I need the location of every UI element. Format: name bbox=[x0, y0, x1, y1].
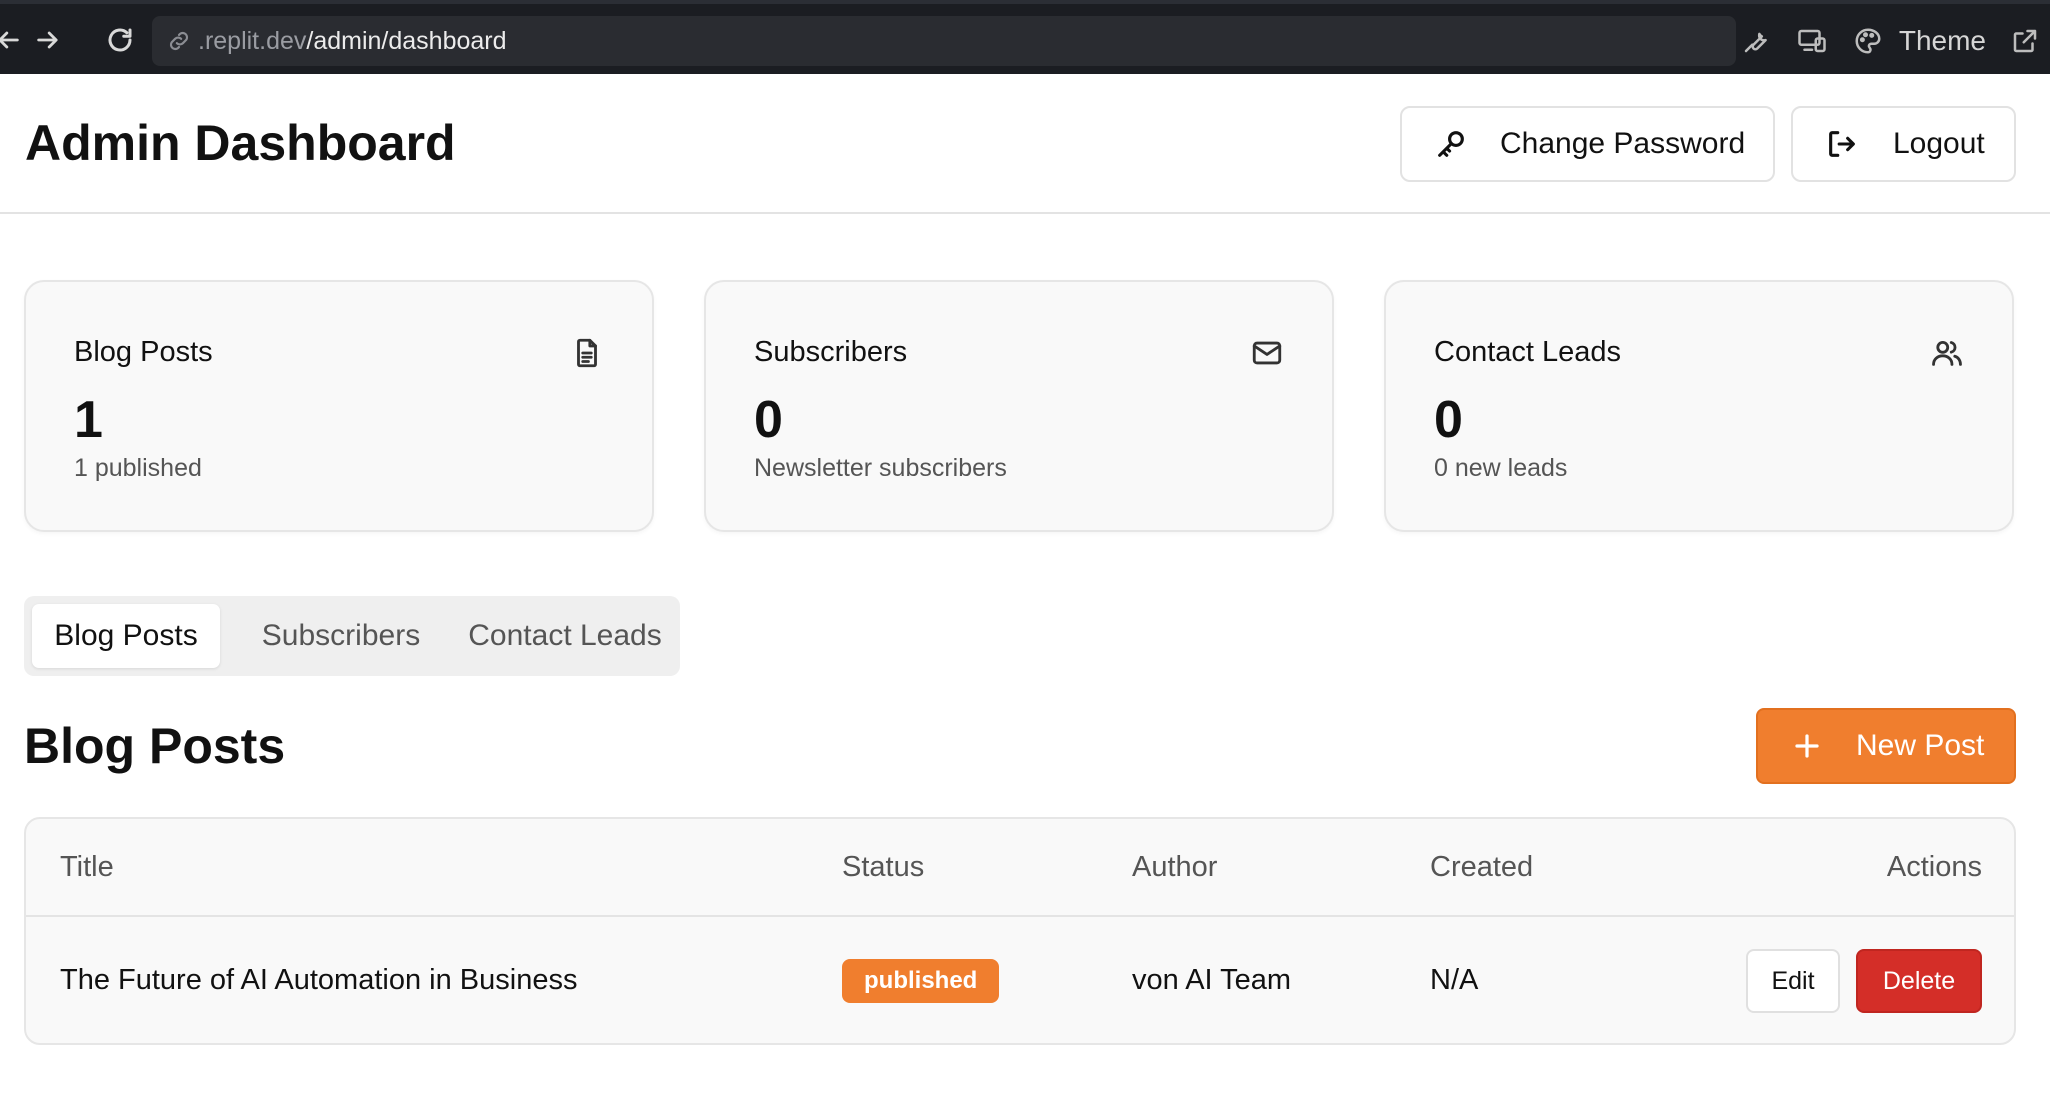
delete-button[interactable]: Delete bbox=[1856, 949, 1982, 1013]
page-title: Admin Dashboard bbox=[25, 115, 456, 171]
stat-value: 0 bbox=[754, 391, 783, 449]
new-post-button[interactable]: New Post bbox=[1756, 708, 2016, 784]
column-header-actions: Actions bbox=[1886, 851, 1982, 883]
logout-label: Logout bbox=[1893, 127, 1985, 160]
row-divider bbox=[26, 915, 2014, 917]
status-badge: published bbox=[842, 959, 1000, 1003]
tab-list: Blog Posts Subscribers Contact Leads bbox=[24, 596, 680, 676]
stat-subtitle: Newsletter subscribers bbox=[754, 454, 1007, 482]
back-icon[interactable] bbox=[0, 22, 26, 58]
post-title: The Future of AI Automation in Business bbox=[60, 964, 578, 996]
logout-icon bbox=[1829, 131, 1855, 157]
key-icon bbox=[1438, 131, 1464, 157]
change-password-button[interactable]: Change Password bbox=[1400, 106, 1775, 182]
external-link-icon[interactable] bbox=[2008, 24, 2042, 58]
wrench-icon[interactable] bbox=[1739, 24, 1773, 58]
change-password-label: Change Password bbox=[1500, 127, 1746, 160]
users-icon bbox=[1930, 336, 1964, 370]
url-host: .replit.dev bbox=[198, 26, 307, 55]
stat-card-blog-posts: Blog Posts 1 1 published bbox=[24, 280, 654, 532]
theme-label[interactable]: Theme bbox=[1899, 25, 1986, 57]
link-icon bbox=[166, 28, 192, 54]
edit-button[interactable]: Edit bbox=[1746, 949, 1840, 1013]
palette-icon[interactable] bbox=[1851, 24, 1885, 58]
logout-button[interactable]: Logout bbox=[1791, 106, 2016, 182]
stat-title: Subscribers bbox=[754, 336, 908, 368]
column-header-status: Status bbox=[842, 851, 925, 883]
new-post-label: New Post bbox=[1856, 729, 1985, 762]
reload-icon[interactable] bbox=[102, 22, 138, 58]
stat-value: 0 bbox=[1434, 391, 1463, 449]
mail-icon bbox=[1250, 336, 1284, 370]
devices-icon[interactable] bbox=[1795, 24, 1829, 58]
tab-subscribers[interactable]: Subscribers bbox=[232, 604, 450, 668]
post-author: von AI Team bbox=[1132, 964, 1292, 996]
plus-icon bbox=[1795, 734, 1819, 758]
column-header-created: Created bbox=[1430, 851, 1534, 883]
forward-icon[interactable] bbox=[30, 22, 66, 58]
url-path: /admin/dashboard bbox=[306, 26, 507, 55]
stat-subtitle: 1 published bbox=[74, 454, 202, 482]
stat-card-subscribers: Subscribers 0 Newsletter subscribers bbox=[704, 280, 1334, 532]
blog-posts-table: Title Status Author Created Actions The … bbox=[24, 817, 2016, 1045]
address-bar[interactable]: .replit.dev/admin/dashboard bbox=[152, 16, 1736, 66]
stat-subtitle: 0 new leads bbox=[1434, 454, 1568, 482]
stat-title: Blog Posts bbox=[74, 336, 213, 368]
section-title: Blog Posts bbox=[24, 718, 286, 774]
page-header: Admin Dashboard Change Password Logout bbox=[0, 74, 2050, 214]
browser-tools: Theme bbox=[1739, 16, 2050, 66]
stat-title: Contact Leads bbox=[1434, 336, 1622, 368]
post-created: N/A bbox=[1430, 964, 1479, 996]
browser-toolbar: .replit.dev/admin/dashboard Theme bbox=[0, 0, 2050, 74]
tab-contact-leads[interactable]: Contact Leads bbox=[458, 604, 672, 668]
column-header-title: Title bbox=[60, 851, 114, 883]
document-icon bbox=[570, 336, 604, 370]
column-header-author: Author bbox=[1132, 851, 1218, 883]
stat-card-contact-leads: Contact Leads 0 0 new leads bbox=[1384, 280, 2014, 532]
tab-blog-posts[interactable]: Blog Posts bbox=[32, 604, 220, 668]
stat-value: 1 bbox=[74, 391, 103, 449]
